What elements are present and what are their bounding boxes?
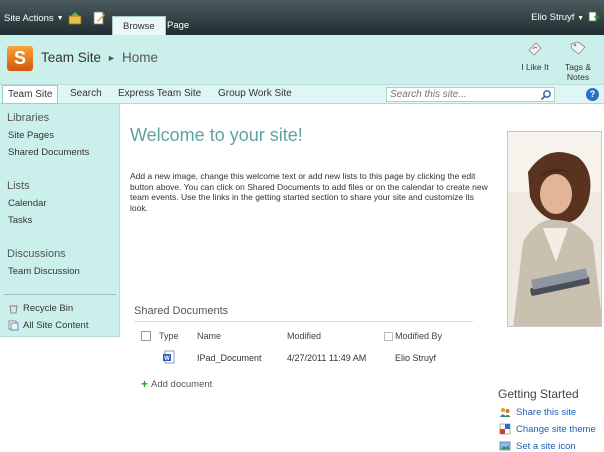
svg-text:W: W — [164, 356, 170, 362]
edit-page-icon[interactable] — [92, 11, 106, 25]
document-name[interactable]: IPad_Document — [197, 353, 262, 363]
quick-launch-site-pages[interactable]: Site Pages — [8, 130, 54, 141]
document-modified-by[interactable]: Elio Struyf — [395, 353, 436, 363]
site-icon-icon — [499, 441, 511, 451]
set-site-icon-link[interactable]: Set a site icon — [499, 440, 576, 452]
share-site-icon — [500, 407, 511, 417]
user-menu[interactable]: Elio Struyf ▼ — [531, 12, 584, 23]
topnav-search[interactable]: Search — [70, 85, 102, 104]
title-area: S Team Site ► Home I Like It Tags & Note… — [0, 35, 604, 85]
search-box — [386, 87, 555, 102]
welcome-text: Add a new image, change this welcome tex… — [130, 171, 488, 213]
share-this-site-label: Share this site — [516, 406, 577, 418]
document-modified: 4/27/2011 11:49 AM — [287, 353, 367, 363]
shared-documents-divider — [134, 321, 473, 322]
column-type[interactable]: Type — [159, 331, 179, 341]
top-navigation: Team Site Search Express Team Site Group… — [0, 85, 604, 104]
topnav-team-site[interactable]: Team Site — [2, 85, 59, 104]
column-modified[interactable]: Modified — [287, 331, 321, 341]
share-this-site-link[interactable]: Share this site — [499, 406, 576, 418]
welcome-heading: Welcome to your site! — [130, 125, 303, 145]
user-name: Elio Struyf — [531, 12, 575, 23]
getting-started-heading: Getting Started — [498, 387, 579, 401]
woman-with-laptop-image — [508, 132, 601, 326]
i-like-it-button[interactable]: I Like It — [519, 39, 551, 72]
tags-notes-label-line1: Tags & — [565, 62, 591, 72]
site-theme-icon — [499, 423, 511, 435]
quick-launch-tasks[interactable]: Tasks — [8, 215, 32, 226]
search-icon[interactable] — [540, 89, 552, 101]
lists-heading[interactable]: Lists — [7, 180, 30, 192]
tags-notes-button[interactable]: Tags & Notes — [562, 39, 594, 82]
quick-launch-team-discussion[interactable]: Team Discussion — [8, 266, 80, 277]
quick-launch-calendar[interactable]: Calendar — [8, 198, 47, 209]
user-status-icon[interactable] — [588, 11, 600, 23]
site-actions-menu[interactable]: Site Actions ▼ — [4, 13, 64, 24]
help-icon[interactable]: ? — [586, 88, 599, 101]
topnav-express-team-site[interactable]: Express Team Site — [118, 85, 201, 104]
select-all-checkbox[interactable] — [141, 331, 151, 341]
site-actions-label: Site Actions — [4, 13, 54, 24]
i-like-it-icon — [528, 42, 542, 56]
search-input[interactable] — [387, 88, 537, 101]
ribbon-bar: Site Actions ▼ Browse Page Elio Struyf ▼ — [0, 0, 604, 35]
quick-launch-shared-documents[interactable]: Shared Documents — [8, 147, 89, 158]
quick-launch-divider — [4, 294, 116, 295]
site-logo[interactable]: S — [7, 46, 33, 71]
add-document-label: Add document — [151, 378, 213, 390]
welcome-image — [507, 131, 602, 327]
change-site-theme-link[interactable]: Change site theme — [499, 423, 596, 435]
chevron-down-icon: ▼ — [577, 15, 584, 22]
breadcrumb: Team Site ► Home — [41, 50, 158, 65]
column-filter-checkbox[interactable] — [384, 332, 393, 341]
all-site-content-icon — [8, 320, 19, 331]
discussions-heading[interactable]: Discussions — [7, 248, 66, 260]
add-document-link[interactable]: + Add document — [141, 377, 212, 391]
all-site-content-link[interactable]: All Site Content — [8, 320, 88, 331]
tags-notes-label-line2: Notes — [566, 72, 590, 82]
change-site-theme-label: Change site theme — [516, 423, 596, 435]
recycle-bin-link[interactable]: Recycle Bin — [8, 303, 73, 314]
breadcrumb-site[interactable]: Team Site — [41, 50, 101, 65]
word-document-icon: W — [163, 350, 175, 364]
i-like-it-label: I Like It — [521, 62, 549, 72]
navigate-up-icon[interactable] — [68, 11, 82, 25]
chevron-down-icon: ▼ — [56, 15, 64, 22]
topnav-group-work-site[interactable]: Group Work Site — [218, 85, 292, 104]
tags-notes-icon — [570, 41, 586, 55]
recycle-bin-label: Recycle Bin — [23, 303, 74, 314]
libraries-heading[interactable]: Libraries — [7, 112, 49, 124]
set-site-icon-label: Set a site icon — [516, 440, 576, 452]
add-icon: + — [141, 377, 149, 391]
all-site-content-label: All Site Content — [23, 320, 89, 331]
tab-page[interactable]: Page — [157, 16, 199, 35]
breadcrumb-page: Home — [121, 50, 158, 65]
quick-launch: Libraries Site Pages Shared Documents Li… — [0, 104, 120, 337]
column-modified-by[interactable]: Modified By — [395, 331, 442, 341]
column-name[interactable]: Name — [197, 331, 221, 341]
shared-documents-title[interactable]: Shared Documents — [134, 305, 228, 317]
breadcrumb-separator-icon: ► — [107, 52, 116, 63]
recycle-bin-icon — [9, 305, 18, 314]
